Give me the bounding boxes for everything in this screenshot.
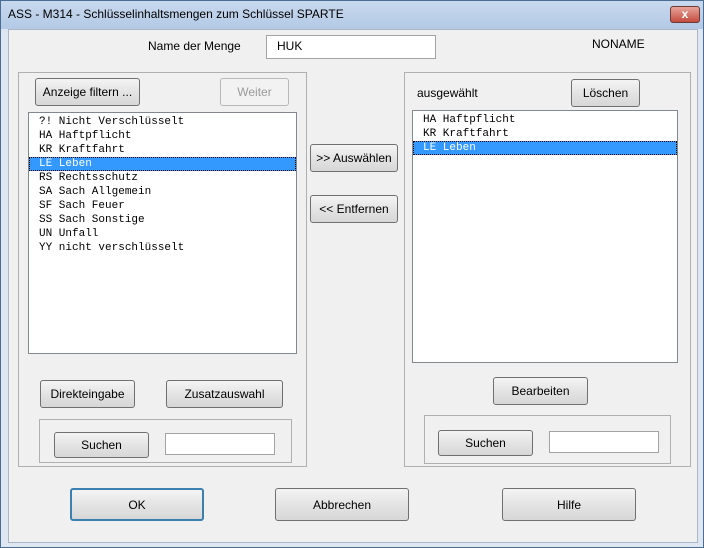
hilfe-button[interactable]: Hilfe <box>502 488 636 521</box>
direkteingabe-button[interactable]: Direkteingabe <box>40 380 135 408</box>
zusatzauswahl-button[interactable]: Zusatzauswahl <box>166 380 283 408</box>
right-search-input[interactable] <box>549 431 659 453</box>
name-der-menge-input[interactable]: HUK <box>266 35 436 59</box>
entfernen-button[interactable]: << Entfernen <box>310 195 398 223</box>
list-item[interactable]: SS Sach Sonstige <box>29 213 296 227</box>
title-bar[interactable]: ASS - M314 - Schlüsselinhaltsmengen zum … <box>1 1 703 29</box>
selected-list[interactable]: HA Haftpflicht KR Kraftfahrt LE Leben <box>412 110 678 363</box>
list-item[interactable]: SF Sach Feuer <box>29 199 296 213</box>
weiter-button[interactable]: Weiter <box>220 78 289 106</box>
noname-label: NONAME <box>592 37 645 51</box>
ok-button[interactable]: OK <box>70 488 204 521</box>
anzeige-filtern-button[interactable]: Anzeige filtern ... <box>35 78 140 106</box>
list-item[interactable]: LE Leben <box>413 141 677 155</box>
ausgewaehlt-label: ausgewählt <box>417 86 478 100</box>
auswaehlen-button[interactable]: >> Auswählen <box>310 144 398 172</box>
list-item[interactable]: UN Unfall <box>29 227 296 241</box>
list-item[interactable]: ?! Nicht Verschlüsselt <box>29 115 296 129</box>
loeschen-button[interactable]: Löschen <box>571 79 640 107</box>
right-suchen-button[interactable]: Suchen <box>438 430 533 456</box>
abbrechen-button[interactable]: Abbrechen <box>275 488 409 521</box>
bearbeiten-button[interactable]: Bearbeiten <box>493 377 588 405</box>
list-item[interactable]: YY nicht verschlüsselt <box>29 241 296 255</box>
close-button[interactable]: x <box>670 6 700 23</box>
window-title: ASS - M314 - Schlüsselinhaltsmengen zum … <box>8 7 344 21</box>
list-item[interactable]: SA Sach Allgemein <box>29 185 296 199</box>
left-search-input[interactable] <box>165 433 275 455</box>
list-item[interactable]: RS Rechtsschutz <box>29 171 296 185</box>
available-list[interactable]: ?! Nicht Verschlüsselt HA Haftpflicht KR K… <box>28 112 297 354</box>
dialog-window: ASS - M314 - Schlüsselinhaltsmengen zum … <box>0 0 704 548</box>
list-item[interactable]: HA Haftpflicht <box>413 113 677 127</box>
name-der-menge-label: Name der Menge <box>148 39 241 53</box>
list-item[interactable]: KR Kraftfahrt <box>413 127 677 141</box>
list-item[interactable]: LE Leben <box>29 157 296 171</box>
list-item[interactable]: HA Haftpflicht <box>29 129 296 143</box>
dialog-client-area: Name der Menge HUK NONAME Anzeige filter… <box>8 29 698 543</box>
list-item[interactable]: KR Kraftfahrt <box>29 143 296 157</box>
left-suchen-button[interactable]: Suchen <box>54 432 149 458</box>
